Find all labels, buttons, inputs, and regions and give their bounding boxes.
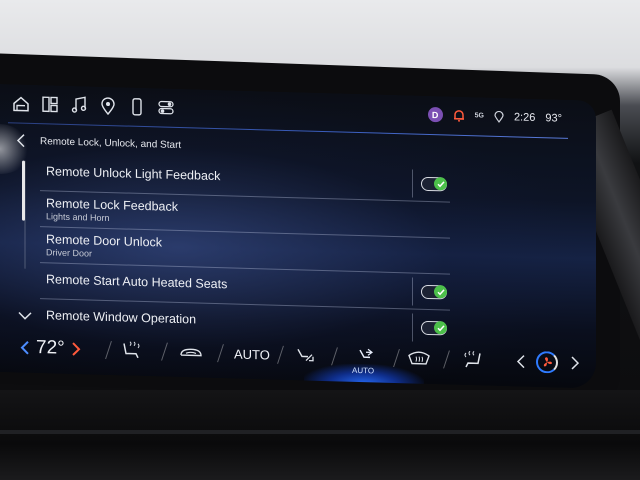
toggle-knob <box>434 321 447 335</box>
toggle-container <box>412 313 450 343</box>
set-temperature: 72° <box>36 337 65 359</box>
airflow-auto-icon[interactable] <box>350 348 376 367</box>
toggle-switch[interactable] <box>421 320 447 336</box>
recirculation-icon[interactable] <box>178 343 204 362</box>
settings-list: Remote Unlock Light Feedback Remote Lock… <box>40 155 450 346</box>
passenger-heated-seat-icon[interactable] <box>458 350 484 370</box>
toggle-switch[interactable] <box>421 284 447 300</box>
top-bar: D 5G 2:26 93° <box>0 92 596 135</box>
divider <box>217 344 224 363</box>
setting-sublabel: Lights and Horn <box>46 211 110 224</box>
fan-up-icon[interactable] <box>570 356 580 370</box>
setting-label: Remote Window Operation <box>46 308 197 327</box>
divider <box>443 350 450 369</box>
page-title: Remote Lock, Unlock, and Start <box>40 135 182 151</box>
page-header: Remote Lock, Unlock, and Start <box>16 132 181 153</box>
scroll-down-chevron-icon[interactable] <box>18 311 32 321</box>
toggle-switch[interactable] <box>421 176 447 192</box>
nav-icons <box>12 94 175 117</box>
toggle-container <box>412 169 450 199</box>
back-chevron-icon[interactable] <box>16 133 26 148</box>
divider <box>277 345 284 364</box>
gps-icon <box>494 110 504 123</box>
fan-down-icon[interactable] <box>516 354 526 369</box>
scrollbar-thumb[interactable] <box>22 160 25 221</box>
controls-icon[interactable] <box>157 98 175 117</box>
toggle-knob <box>434 177 447 191</box>
infotainment-screen: D 5G 2:26 93° Remote Lock, Unlock, and S… <box>0 84 596 389</box>
outside-temperature: 93° <box>545 111 562 125</box>
avatar[interactable]: D <box>427 106 443 123</box>
bell-alert-icon[interactable] <box>453 109 465 122</box>
status-area: D 5G 2:26 93° <box>427 106 562 126</box>
toggle-knob <box>434 285 447 299</box>
network-indicator: 5G <box>474 112 484 120</box>
dashboard-lower <box>0 390 640 480</box>
temp-up-icon[interactable] <box>71 341 81 357</box>
airflow-mode-label: AUTO <box>352 365 375 376</box>
check-icon <box>436 180 445 187</box>
music-icon[interactable] <box>70 96 88 115</box>
phone-icon[interactable] <box>128 98 146 117</box>
heated-seat-icon[interactable] <box>120 341 146 360</box>
auto-climate-button[interactable]: AUTO <box>234 347 270 363</box>
front-defrost-icon[interactable] <box>406 349 432 368</box>
temp-down-icon[interactable] <box>20 340 30 356</box>
setting-sublabel: Driver Door <box>46 247 93 259</box>
toggle-container <box>412 277 450 307</box>
airflow-feet-icon[interactable] <box>292 346 318 365</box>
dashboard-stripe <box>0 430 640 434</box>
setting-label: Remote Start Auto Heated Seats <box>46 272 228 292</box>
check-icon <box>436 288 445 295</box>
check-icon <box>436 324 445 331</box>
location-icon[interactable] <box>99 97 117 116</box>
divider <box>105 341 112 359</box>
fan-icon <box>543 357 552 367</box>
divider <box>161 342 168 361</box>
setting-label: Remote Unlock Light Feedback <box>46 164 221 184</box>
fan-speed-dial[interactable] <box>536 350 558 374</box>
apps-icon[interactable] <box>41 95 59 114</box>
clock: 2:26 <box>513 110 536 124</box>
home-icon[interactable] <box>12 94 30 113</box>
driver-temperature-control: 72° <box>20 337 81 361</box>
